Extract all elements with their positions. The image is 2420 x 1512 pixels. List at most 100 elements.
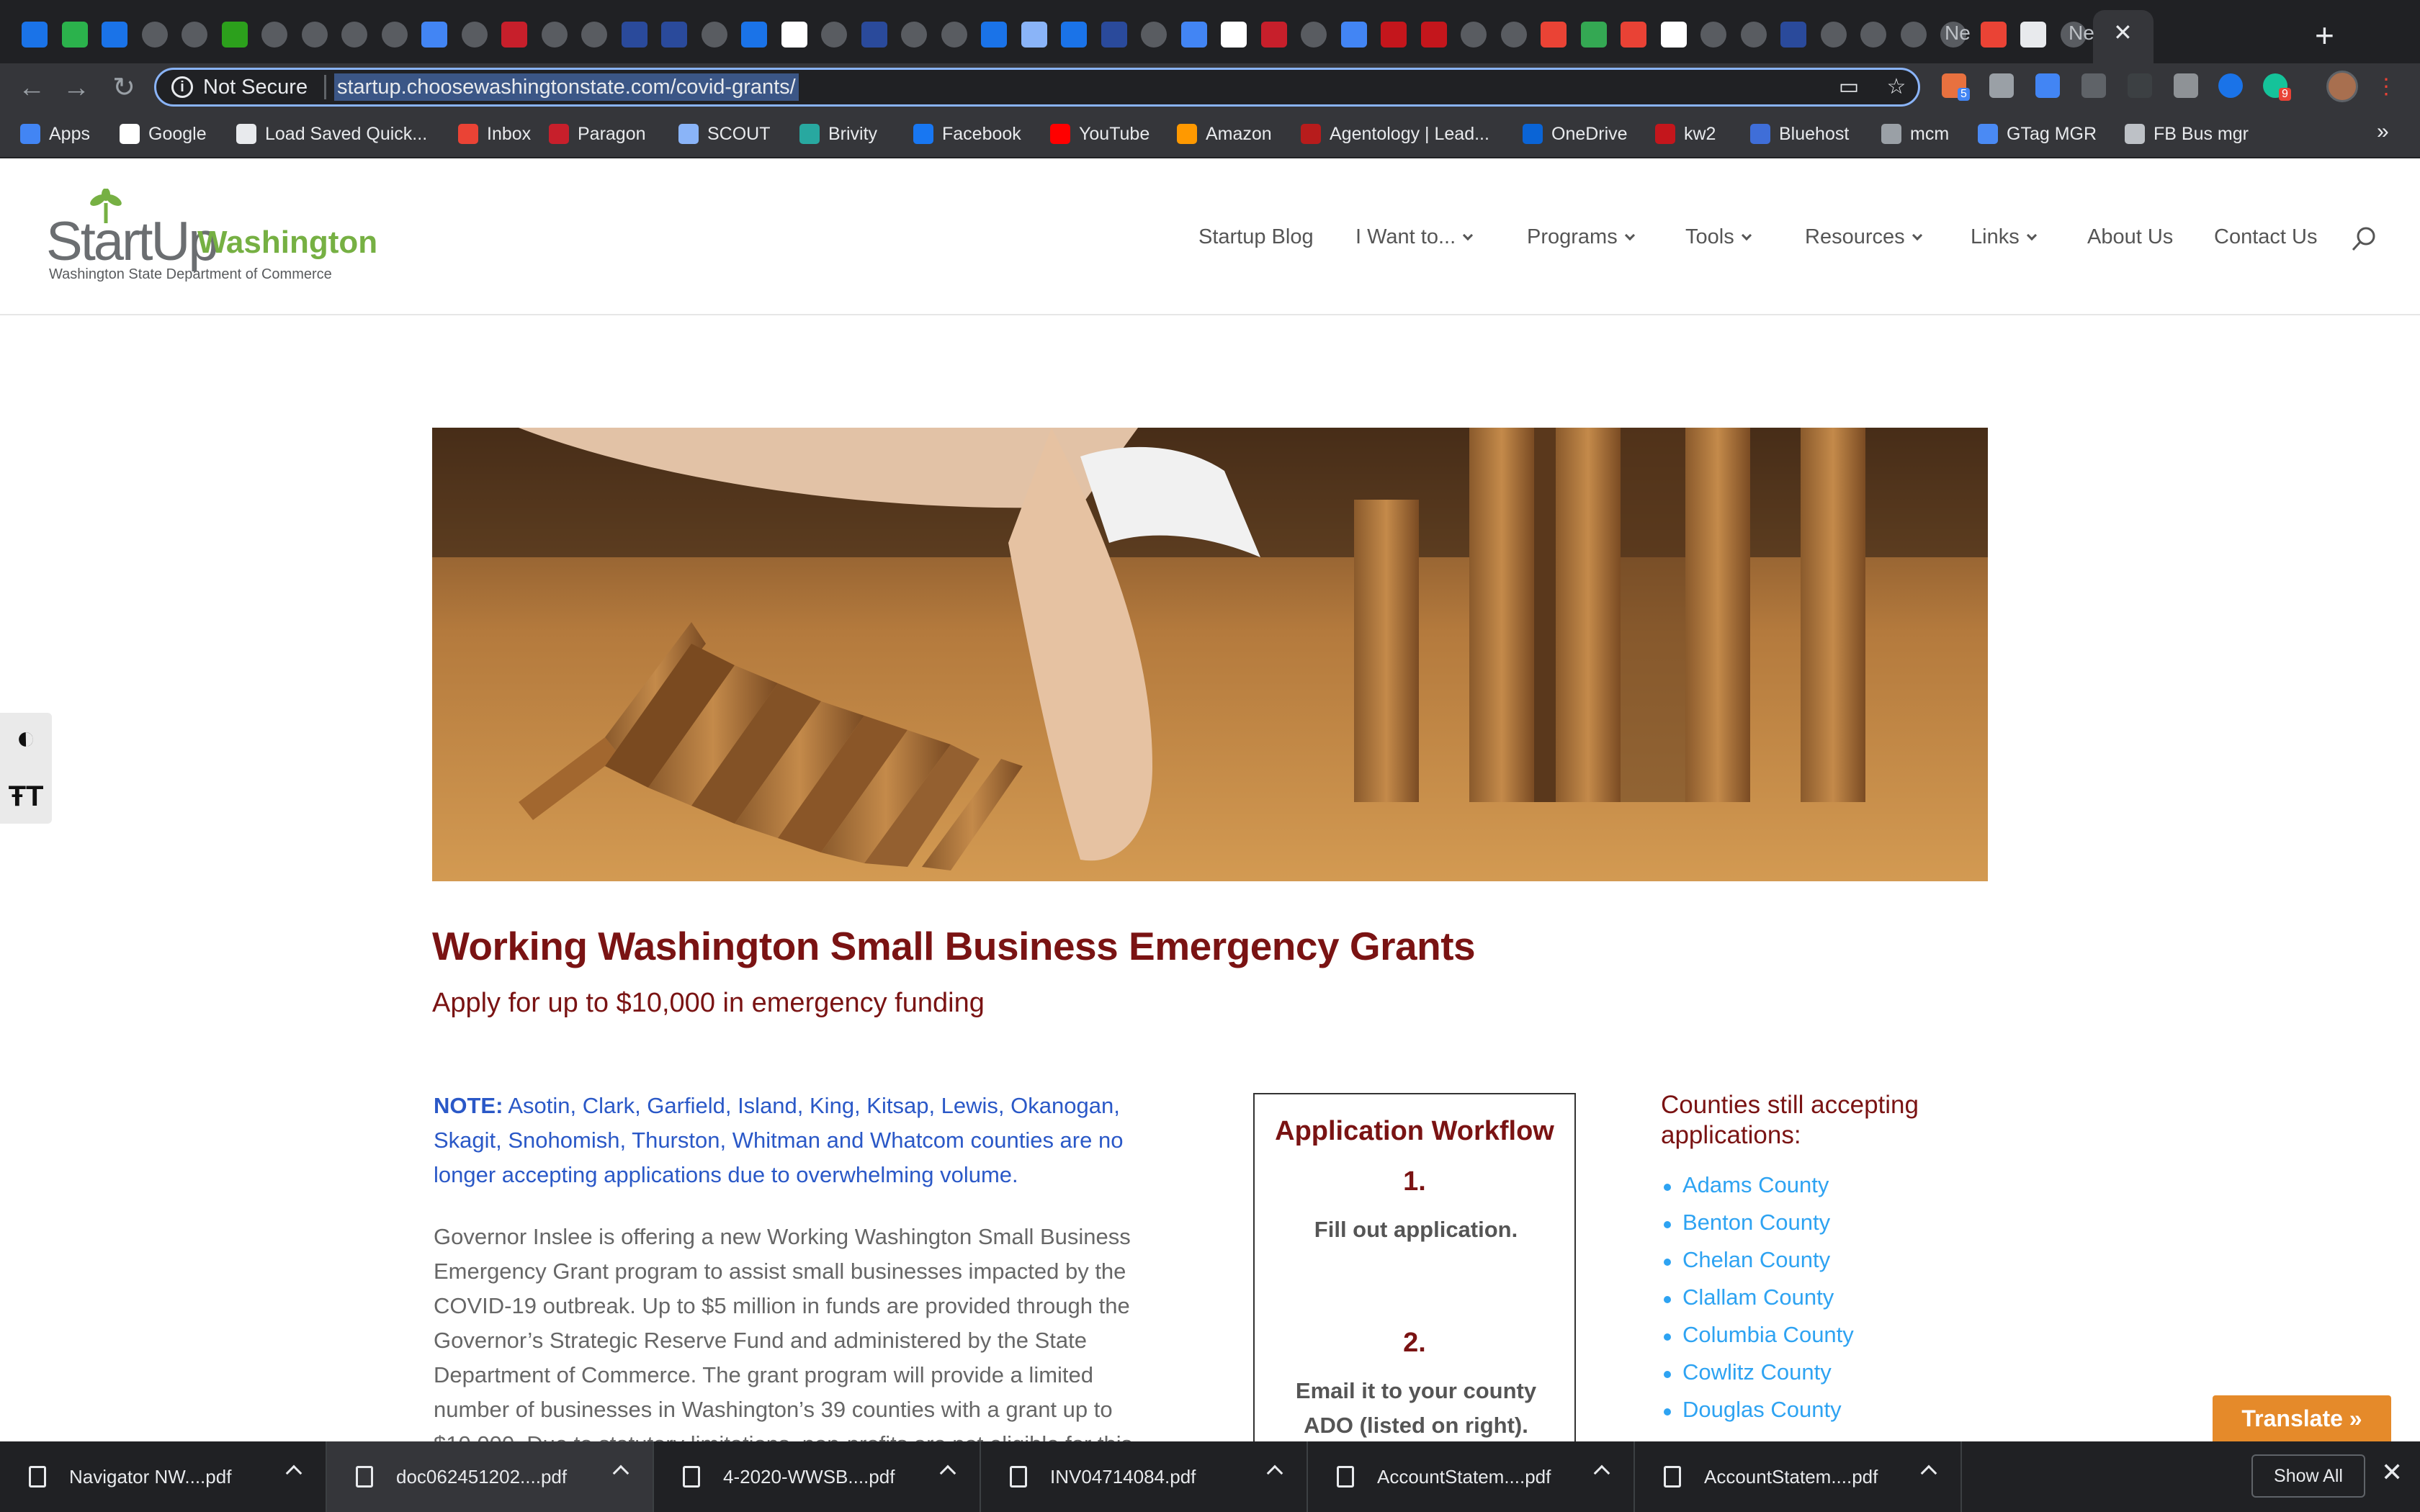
- nav-menu-item[interactable]: I Want to...: [1355, 225, 1474, 249]
- tab-favicon-icon[interactable]: [981, 22, 1007, 48]
- tab-favicon-icon[interactable]: [621, 22, 647, 48]
- profile-avatar[interactable]: [2326, 71, 2358, 102]
- bookmark-item[interactable]: kw2: [1655, 120, 1716, 148]
- tab-favicon-icon[interactable]: [781, 22, 807, 48]
- county-link[interactable]: Cowlitz County: [1664, 1359, 1832, 1385]
- tab-label[interactable]: Ne: [2069, 22, 2094, 45]
- active-tab[interactable]: ✕: [2093, 10, 2154, 63]
- nav-menu-item[interactable]: Programs: [1527, 225, 1635, 249]
- tab-favicon-icon[interactable]: [1381, 22, 1407, 48]
- tab-favicon-icon[interactable]: [1700, 22, 1726, 48]
- text-size-icon[interactable]: ŦT: [6, 776, 46, 816]
- tab-favicon-icon[interactable]: [381, 22, 408, 48]
- download-item[interactable]: doc062451202....pdf: [327, 1441, 654, 1512]
- bookmark-item[interactable]: OneDrive: [1523, 120, 1628, 148]
- translate-button[interactable]: Translate »: [2213, 1395, 2391, 1441]
- security-label[interactable]: Not Secure: [203, 72, 308, 102]
- extension-icon[interactable]: [2035, 73, 2060, 98]
- logo-washington-text[interactable]: Washington: [197, 225, 377, 261]
- tab-favicon-icon[interactable]: [1141, 22, 1167, 48]
- tab-favicon-icon[interactable]: [821, 22, 847, 48]
- nav-menu-item[interactable]: Links: [1971, 225, 2037, 249]
- tab-favicon-icon[interactable]: [1101, 22, 1127, 48]
- tab-favicon-icon[interactable]: [1021, 22, 1047, 48]
- tab-label[interactable]: Ne: [1945, 22, 1971, 45]
- download-item[interactable]: AccountStatem....pdf: [1635, 1441, 1962, 1512]
- cast-icon[interactable]: ▭: [1837, 75, 1861, 99]
- download-item[interactable]: 4-2020-WWSB....pdf: [654, 1441, 981, 1512]
- close-tab-icon[interactable]: ✕: [2113, 19, 2133, 46]
- tab-favicon-icon[interactable]: [1740, 22, 1767, 48]
- logo-startup-text[interactable]: StartUp: [46, 210, 219, 273]
- tab-favicon-icon[interactable]: [1980, 22, 2007, 48]
- browser-menu-icon[interactable]: ⋮: [2374, 75, 2398, 99]
- tab-favicon-icon[interactable]: [661, 22, 687, 48]
- tab-favicon-icon[interactable]: [1780, 22, 1806, 48]
- bookmark-item[interactable]: Agentology | Lead...: [1301, 120, 1489, 148]
- chevron-up-icon[interactable]: [612, 1464, 629, 1482]
- bookmark-star-icon[interactable]: ☆: [1884, 75, 1909, 99]
- tab-favicon-icon[interactable]: [221, 22, 248, 48]
- tab-favicon-icon[interactable]: [1621, 22, 1646, 48]
- tab-favicon-icon[interactable]: [501, 22, 527, 48]
- more-bookmarks-button[interactable]: »: [2377, 120, 2389, 144]
- show-all-downloads-button[interactable]: Show All: [2251, 1454, 2365, 1498]
- tab-favicon-icon[interactable]: [581, 22, 607, 48]
- tab-favicon-icon[interactable]: [901, 22, 927, 48]
- bookmark-item[interactable]: Apps: [20, 120, 90, 148]
- tab-favicon-icon[interactable]: [22, 22, 48, 48]
- bookmark-item[interactable]: Load Saved Quick...: [236, 120, 427, 148]
- bookmark-item[interactable]: YouTube: [1050, 120, 1150, 148]
- bookmark-item[interactable]: GTag MGR: [1978, 120, 2097, 148]
- tab-favicon-icon[interactable]: [541, 22, 568, 48]
- info-icon[interactable]: i: [171, 76, 193, 98]
- tab-favicon-icon[interactable]: [102, 22, 127, 48]
- tab-favicon-icon[interactable]: [1900, 22, 1927, 48]
- code-extension-icon[interactable]: [2081, 73, 2106, 98]
- nav-menu-item[interactable]: Resources: [1805, 225, 1922, 249]
- tab-favicon-icon[interactable]: [182, 22, 207, 48]
- bookmark-item[interactable]: FB Bus mgr: [2125, 120, 2249, 148]
- county-link[interactable]: Clallam County: [1663, 1284, 1834, 1310]
- reload-button[interactable]: ↻: [107, 71, 141, 105]
- tab-favicon-icon[interactable]: [1541, 22, 1567, 48]
- tab-favicon-icon[interactable]: [1180, 22, 1207, 48]
- tab-favicon-icon[interactable]: [701, 22, 727, 48]
- video-extension-icon[interactable]: [2128, 73, 2152, 98]
- tab-favicon-icon[interactable]: [461, 22, 488, 48]
- tab-favicon-icon[interactable]: [1420, 22, 1447, 48]
- tab-favicon-icon[interactable]: [301, 22, 328, 48]
- tab-favicon-icon[interactable]: [861, 22, 887, 48]
- extension-icon[interactable]: [1989, 73, 2014, 98]
- tab-favicon-icon[interactable]: [141, 22, 168, 48]
- tab-favicon-icon[interactable]: [1500, 22, 1527, 48]
- nav-menu-item[interactable]: About Us: [2087, 225, 2173, 249]
- new-tab-button[interactable]: +: [2315, 16, 2334, 55]
- nav-menu-item[interactable]: Startup Blog: [1198, 225, 1314, 249]
- close-downloads-icon[interactable]: ✕: [2381, 1457, 2403, 1488]
- tab-favicon-icon[interactable]: [61, 22, 88, 48]
- nav-menu-item[interactable]: Tools: [1685, 225, 1752, 249]
- chevron-up-icon[interactable]: [1593, 1464, 1610, 1482]
- bookmark-extension-icon[interactable]: [2218, 73, 2243, 98]
- tab-favicon-icon[interactable]: [1340, 22, 1367, 48]
- bookmark-item[interactable]: Google: [120, 120, 207, 148]
- chevron-up-icon[interactable]: [1266, 1464, 1283, 1482]
- bookmark-item[interactable]: SCOUT: [678, 120, 771, 148]
- county-link[interactable]: Douglas County: [1664, 1397, 1842, 1423]
- chevron-up-icon[interactable]: [1920, 1464, 1937, 1482]
- county-link[interactable]: Adams County: [1663, 1172, 1829, 1198]
- tab-favicon-icon[interactable]: [341, 22, 367, 48]
- tab-favicon-icon[interactable]: [741, 22, 767, 48]
- tab-favicon-icon[interactable]: [1820, 22, 1847, 48]
- tab-favicon-icon[interactable]: [261, 22, 287, 48]
- search-icon[interactable]: [2351, 226, 2377, 252]
- tab-favicon-icon[interactable]: [1580, 22, 1607, 48]
- tab-favicon-icon[interactable]: [1061, 22, 1087, 48]
- tab-favicon-icon[interactable]: [1461, 22, 1487, 48]
- tab-favicon-icon[interactable]: [1660, 22, 1687, 48]
- county-link[interactable]: Benton County: [1663, 1210, 1830, 1236]
- tab-favicon-icon[interactable]: [1260, 22, 1287, 48]
- download-item[interactable]: Navigator NW....pdf: [0, 1441, 327, 1512]
- county-link[interactable]: Columbia County: [1664, 1322, 1854, 1348]
